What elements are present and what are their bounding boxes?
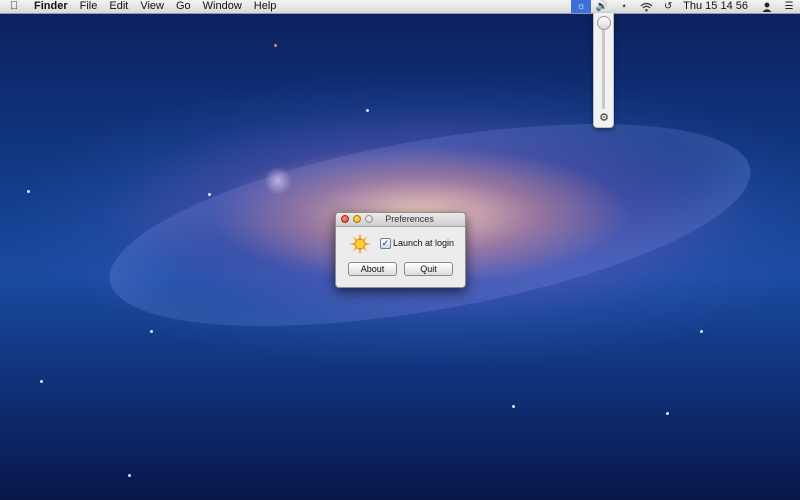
menu-file[interactable]: File xyxy=(74,0,104,13)
wallpaper-star xyxy=(700,330,703,333)
time-machine-icon[interactable]: ↺ xyxy=(660,0,676,13)
menu-go[interactable]: Go xyxy=(170,0,197,13)
wallpaper-star xyxy=(208,193,211,196)
menu-window[interactable]: Window xyxy=(197,0,248,13)
brightness-dropdown: ⚙ xyxy=(593,13,614,128)
menu-view[interactable]: View xyxy=(134,0,170,13)
quit-button[interactable]: Quit xyxy=(404,262,453,276)
menu-extras: ☼ 🔊 ⋆ ↺ Thu 15 14 56 ☰ xyxy=(571,0,800,13)
user-icon[interactable] xyxy=(759,0,775,13)
clock[interactable]: Thu 15 14 56 xyxy=(679,0,756,13)
brightness-slider-track[interactable] xyxy=(602,21,605,109)
wallpaper-star xyxy=(274,44,277,47)
gear-icon[interactable]: ⚙ xyxy=(597,111,611,125)
menu-app-name[interactable]: Finder xyxy=(28,0,74,13)
wallpaper-star xyxy=(40,380,43,383)
window-titlebar[interactable]: Preferences xyxy=(336,213,465,227)
wallpaper-star xyxy=(512,405,515,408)
brightness-icon[interactable]: ☼ xyxy=(571,0,592,13)
preferences-window: Preferences ✓ Launch at login About Quit xyxy=(335,212,466,288)
launch-at-login-checkbox[interactable]: ✓ xyxy=(380,238,391,249)
menu-help[interactable]: Help xyxy=(248,0,283,13)
wallpaper-star xyxy=(666,412,669,415)
menu-bar:  Finder File Edit View Go Window Help ☼… xyxy=(0,0,800,14)
brightness-slider-knob[interactable] xyxy=(597,16,611,30)
bluetooth-icon[interactable]: ⋆ xyxy=(616,0,632,13)
volume-icon[interactable]: 🔊 xyxy=(594,0,610,13)
apple-icon[interactable]:  xyxy=(0,0,28,13)
about-button[interactable]: About xyxy=(348,262,397,276)
sun-icon xyxy=(349,233,371,255)
menu-edit[interactable]: Edit xyxy=(103,0,134,13)
wallpaper-star xyxy=(128,474,131,477)
launch-at-login-label[interactable]: Launch at login xyxy=(393,238,454,249)
wifi-icon[interactable] xyxy=(638,0,654,13)
list-icon[interactable]: ☰ xyxy=(781,0,797,13)
wallpaper-star xyxy=(366,109,369,112)
wallpaper-star xyxy=(150,330,153,333)
wallpaper-star xyxy=(27,190,30,193)
window-title: Preferences xyxy=(385,214,434,224)
